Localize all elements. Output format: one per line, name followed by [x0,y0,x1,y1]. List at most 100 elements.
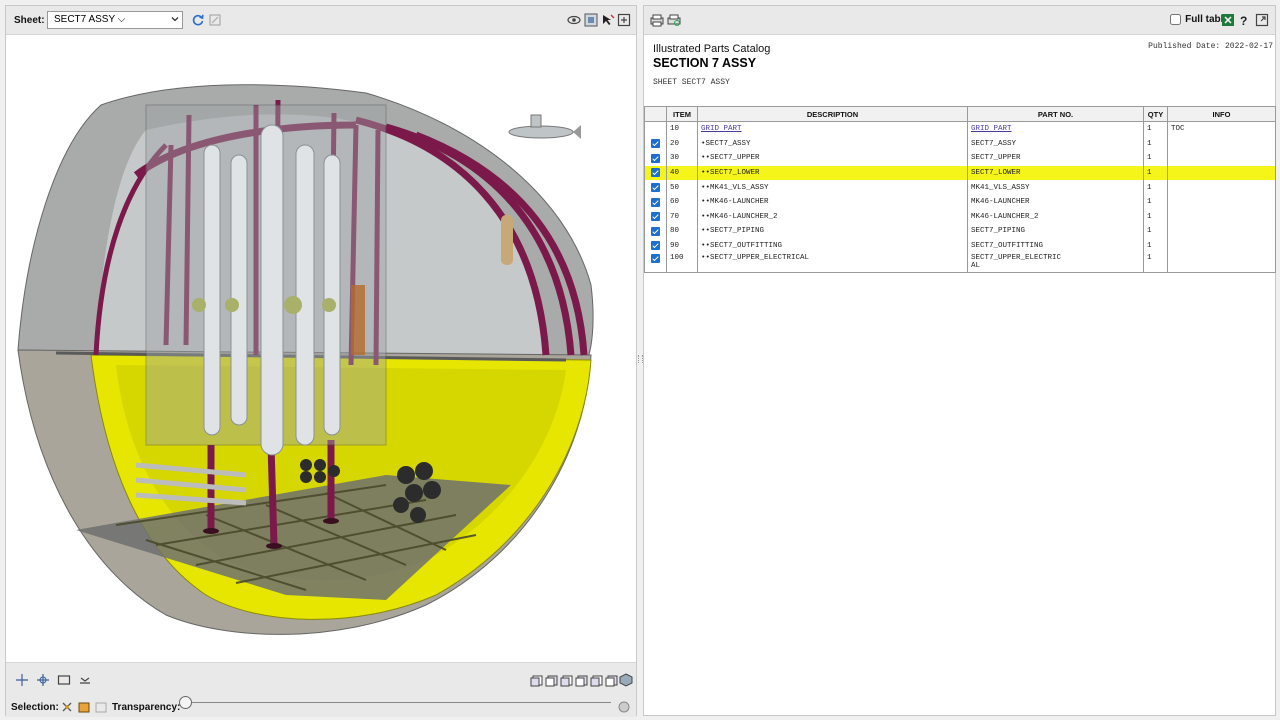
sheet-line: SHEET SECT7 ASSY [653,78,730,87]
sheet-select[interactable]: SECT7 ASSY [47,11,183,29]
part-number-text: SECT7_ASSY [971,139,1017,148]
sheet-select-value: SECT7 ASSY [54,14,115,25]
row-check-cell[interactable] [644,165,667,181]
col-header-item[interactable]: ITEM [666,106,698,122]
col-header-info[interactable]: INFO [1167,106,1276,122]
row-item: 60 [666,194,698,210]
description-text: ••MK41_VLS_ASSY [701,183,769,192]
row-check-cell[interactable] [644,151,667,166]
part-number-text: SECT7_UPPER_ELECTRIC AL [971,254,1062,271]
row-description: •SECT7_ASSY [697,136,968,152]
fit-view-icon[interactable] [208,13,222,27]
row-checkbox[interactable] [651,168,660,178]
row-description[interactable]: GRID PART [697,121,968,137]
table-row[interactable]: 90 ••SECT7_OUTFITTING SECT7_OUTFITTING 1 [644,238,1276,254]
table-row[interactable]: 30 ••SECT7_UPPER SECT7_UPPER 1 [644,151,1276,166]
description-text: ••SECT7_UPPER [701,154,760,163]
row-checkbox[interactable] [651,139,660,149]
row-check-cell[interactable] [644,238,667,254]
row-check-cell[interactable] [644,136,667,152]
table-row[interactable]: 100 ••SECT7_UPPER_ELECTRICAL SECT7_UPPER_E… [644,253,1276,274]
ship-section-model[interactable] [6,35,636,662]
row-info [1167,253,1276,274]
row-checkbox[interactable] [651,197,660,207]
row-check-cell[interactable] [644,194,667,210]
item-number: 20 [670,139,680,148]
row-item: 20 [666,136,698,152]
view-bottom-icon[interactable] [605,673,619,687]
catalog-title: Illustrated Parts Catalog [653,43,771,55]
view-left-icon[interactable] [560,673,574,687]
qty-text: 1 [1147,154,1152,163]
parts-table-header: ITEM DESCRIPTION PART NO. QTY INFO [644,106,1276,122]
row-checkbox[interactable] [651,153,660,163]
full-table-checkbox[interactable] [1170,14,1182,25]
select-assembly-icon[interactable] [77,700,91,714]
transparency-slider-thumb[interactable] [179,696,192,709]
description-text[interactable]: GRID PART [701,125,742,133]
row-check-cell[interactable] [644,209,667,225]
excel-export-icon[interactable] [1221,13,1235,27]
help-icon[interactable]: ? [1237,13,1251,27]
table-row[interactable]: 10 GRID PART GRID PART 1 TOC [644,121,1276,137]
transparency-reset-icon[interactable] [617,700,631,714]
section-cut-icon[interactable] [78,673,92,687]
row-qty: 1 [1143,121,1168,137]
part-number-text: SECT7_PIPING [971,227,1026,236]
view-right-icon[interactable] [575,673,589,687]
rotate-axis-icon[interactable] [36,673,50,687]
box-select-icon[interactable] [57,673,71,687]
row-qty: 1 [1143,136,1168,152]
row-check-cell[interactable] [644,180,667,195]
view-top-icon[interactable] [590,673,604,687]
table-row[interactable]: 40 ••SECT7_LOWER SECT7_LOWER 1 [644,165,1276,181]
row-checkbox[interactable] [651,226,660,236]
row-check-cell[interactable] [644,253,667,274]
item-number: 40 [670,169,680,178]
viewer-bottom-bar: Selection: Transparency: [6,662,636,717]
refresh-icon[interactable] [191,13,205,27]
fullscreen-icon[interactable] [617,13,631,27]
row-qty: 1 [1143,151,1168,166]
row-check-cell[interactable] [644,121,667,137]
part-number-text[interactable]: GRID PART [971,125,1012,133]
table-row[interactable]: 50 ••MK41_VLS_ASSY MK41_VLS_ASSY 1 [644,180,1276,195]
part-number-text: MK46-LAUNCHER_2 [971,212,1039,221]
row-checkbox[interactable] [651,241,660,251]
published-date: Published Date: 2022-02-17 [1148,42,1273,51]
view-front-icon[interactable] [530,673,544,687]
table-row[interactable]: 80 ••SECT7_PIPING SECT7_PIPING 1 [644,224,1276,239]
part-number-text: MK41_VLS_ASSY [971,183,1030,192]
move-icon[interactable] [15,673,29,687]
col-header-description[interactable]: DESCRIPTION [697,106,968,122]
transparency-slider-track[interactable] [186,702,611,703]
select-clear-icon[interactable] [94,700,108,714]
row-part-no[interactable]: GRID PART [967,121,1144,137]
part-number-text: SECT7_OUTFITTING [971,242,1044,251]
col-header-qty[interactable]: QTY [1143,106,1168,122]
table-row[interactable]: 70 ••MK46-LAUNCHER_2 MK46-LAUNCHER_2 1 [644,209,1276,225]
fullscreen-icon[interactable] [1255,13,1269,27]
3d-viewport[interactable] [6,35,636,662]
row-check-cell[interactable] [644,224,667,239]
hide-icon[interactable] [567,13,581,27]
row-info: TOC [1167,121,1276,137]
row-checkbox[interactable] [651,254,660,264]
table-row[interactable]: 20 •SECT7_ASSY SECT7_ASSY 1 [644,136,1276,152]
print-preview-icon[interactable] [667,13,681,27]
col-header-part-no[interactable]: PART NO. [967,106,1144,122]
explode-icon[interactable] [584,13,598,27]
row-checkbox[interactable] [651,182,660,192]
row-item: 10 [666,121,698,137]
select-part-icon[interactable] [60,700,74,714]
view-back-icon[interactable] [545,673,559,687]
chevron-down-icon [171,17,179,22]
qty-text: 1 [1147,183,1152,192]
print-icon[interactable] [650,13,664,27]
table-row[interactable]: 60 ••MK46-LAUNCHER MK46-LAUNCHER 1 [644,194,1276,210]
row-checkbox[interactable] [651,212,660,222]
view-iso-icon[interactable] [619,673,633,687]
row-info [1167,165,1276,181]
cursor-icon[interactable] [601,13,615,27]
row-description: ••SECT7_PIPING [697,224,968,239]
